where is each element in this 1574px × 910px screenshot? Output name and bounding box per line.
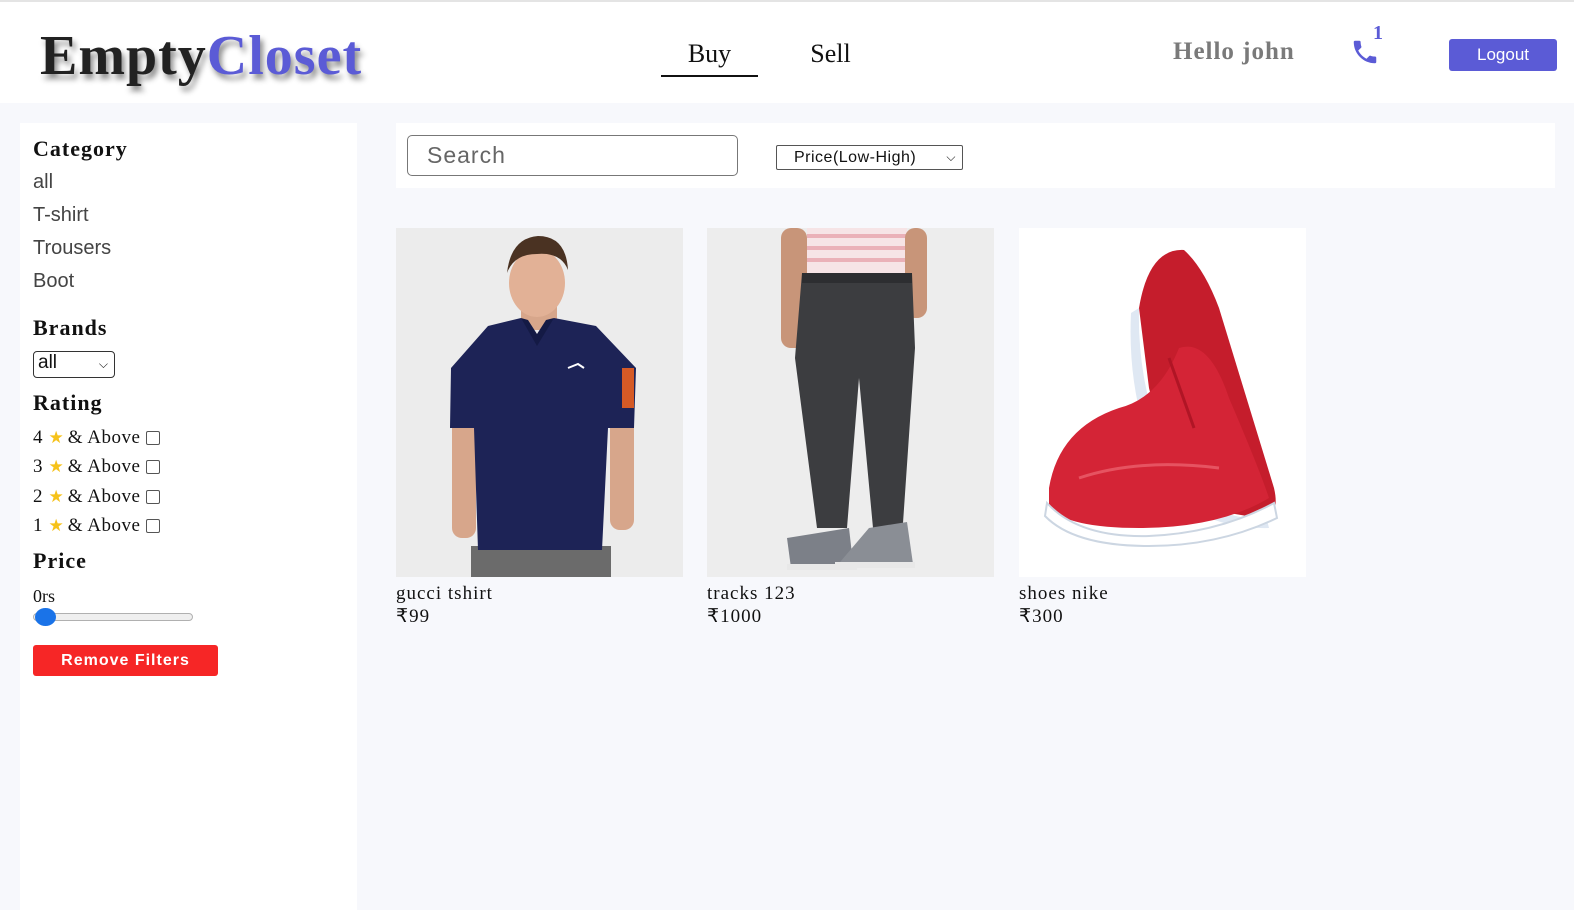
rating-value: 4 [33,427,43,448]
tab-sell[interactable]: Sell [782,36,879,77]
rating-heading: Rating [33,390,103,415]
logo[interactable]: EmptyCloset [40,24,362,88]
product-name[interactable]: gucci tshirt [396,583,683,605]
category-item-all[interactable]: all [33,171,53,194]
rating-1-checkbox[interactable] [146,519,161,533]
price-value: 0rs [33,586,55,606]
star-icon: ★ [48,457,64,476]
rating-3-checkbox[interactable] [146,460,161,474]
rating-label: & Above [67,427,141,448]
product-card[interactable]: shoes nike ₹300 [1019,228,1306,628]
top-header: EmptyCloset Buy Sell Hello john 1 Logout [0,0,1574,103]
rating-value: 3 [33,456,43,477]
product-card[interactable]: tracks 123 ₹1000 [707,228,994,628]
rating-value: 2 [33,486,43,507]
logo-part-2: Closet [206,25,363,87]
search-input[interactable] [407,135,738,176]
chevron-down-icon: ⌵ [98,357,108,371]
rating-4-checkbox[interactable] [146,431,161,445]
rating-filter-1: 1 ★ & Above [33,515,161,537]
brand-select-value: all [38,352,58,373]
track-pants-image [707,228,994,577]
rating-filter-3: 3 ★ & Above [33,456,161,478]
red-sneakers-image [1019,228,1306,577]
category-item-boot[interactable]: Boot [33,270,74,293]
rating-label: & Above [67,456,141,477]
logout-button[interactable]: Logout [1449,39,1557,71]
product-price: ₹300 [1019,606,1064,627]
product-image-track-pants[interactable] [707,228,994,577]
logo-part-1: Empty [40,25,207,87]
price-heading: Price [33,548,87,573]
chevron-down-icon: ⌵ [946,150,956,164]
rating-label: & Above [67,515,141,536]
brands-heading: Brands [33,315,108,340]
product-name[interactable]: shoes nike [1019,583,1306,605]
main-nav: Buy Sell [661,36,903,77]
rating-filter-4: 4 ★ & Above [33,427,161,449]
filter-sidebar: Category all T-shirt Trousers Boot Brand… [20,123,357,910]
product-image-polo-shirt[interactable] [396,228,683,577]
slider-track [33,613,193,621]
product-card[interactable]: gucci tshirt ₹99 [396,228,683,628]
polo-shirt-image [396,228,683,577]
brand-select[interactable]: all ⌵ [33,351,115,378]
product-image-red-sneakers[interactable] [1019,228,1306,577]
user-greeting: Hello john [1173,38,1295,65]
product-name[interactable]: tracks 123 [707,583,994,605]
product-price: ₹1000 [707,606,763,627]
remove-filters-button[interactable]: Remove Filters [33,645,218,676]
product-price: ₹99 [396,606,431,627]
rating-filter-2: 2 ★ & Above [33,486,161,508]
category-item-tshirt[interactable]: T-shirt [33,204,89,227]
tab-buy[interactable]: Buy [661,36,758,77]
price-slider[interactable] [33,608,193,626]
star-icon: ★ [48,428,64,447]
rating-label: & Above [67,486,141,507]
sort-select[interactable]: Price(Low-High) ⌵ [776,145,963,170]
notification-badge: 1 [1373,22,1383,44]
star-icon: ★ [48,487,64,506]
category-heading: Category [33,136,128,161]
rating-value: 1 [33,515,43,536]
search-toolbar: Price(Low-High) ⌵ [396,123,1555,188]
rating-2-checkbox[interactable] [146,490,161,504]
star-icon: ★ [48,516,64,535]
category-item-trousers[interactable]: Trousers [33,237,111,260]
slider-thumb[interactable] [35,608,56,626]
sort-select-value: Price(Low-High) [794,148,917,166]
